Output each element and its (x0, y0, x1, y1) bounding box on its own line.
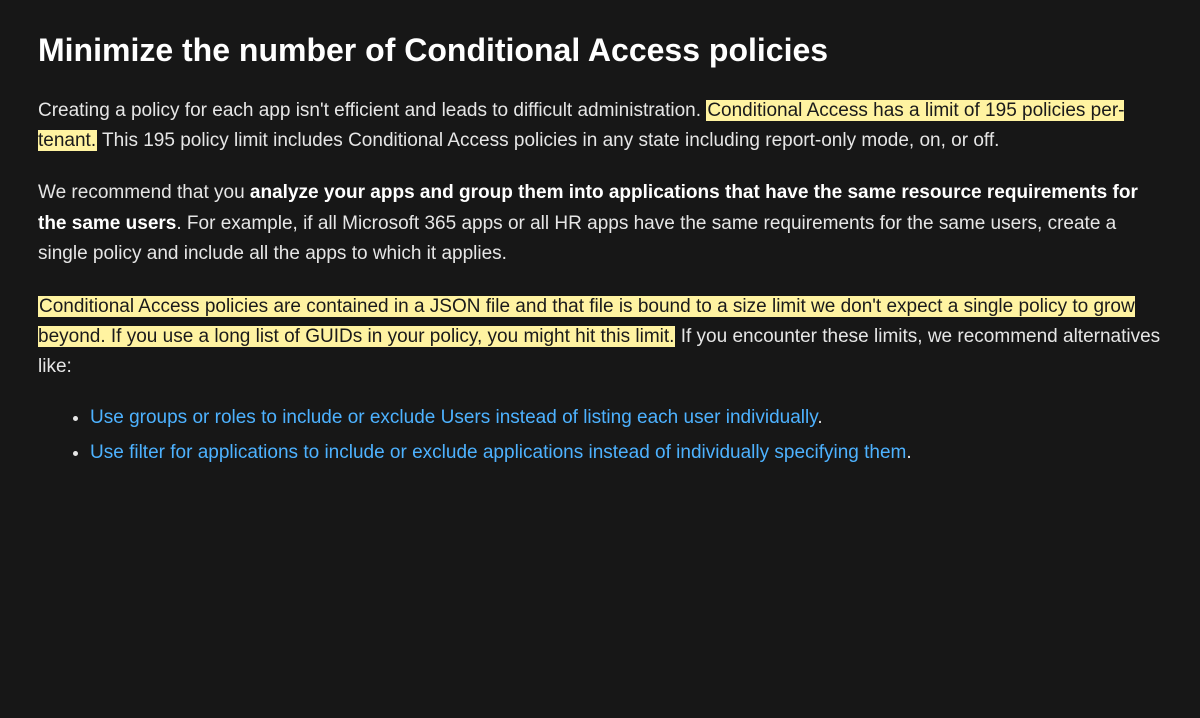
para1-text1: Creating a policy for each app isn't eff… (38, 100, 706, 121)
list-item: Use filter for applications to include o… (90, 438, 1162, 467)
list-punct: . (817, 407, 822, 428)
list-item: Use groups or roles to include or exclud… (90, 403, 1162, 432)
section-heading: Minimize the number of Conditional Acces… (38, 30, 1162, 72)
para2-text2: . For example, if all Microsoft 365 apps… (38, 213, 1116, 264)
paragraph-2: We recommend that you analyze your apps … (38, 178, 1162, 269)
para2-text1: We recommend that you (38, 182, 250, 203)
paragraph-3: Conditional Access policies are containe… (38, 292, 1162, 383)
recommendation-list: Use groups or roles to include or exclud… (38, 403, 1162, 468)
list-punct: . (906, 442, 911, 463)
para1-text2: This 195 policy limit includes Condition… (97, 130, 999, 151)
paragraph-1: Creating a policy for each app isn't eff… (38, 96, 1162, 157)
link-filter-applications[interactable]: Use filter for applications to include o… (90, 442, 906, 463)
link-groups-roles[interactable]: Use groups or roles to include or exclud… (90, 407, 817, 428)
